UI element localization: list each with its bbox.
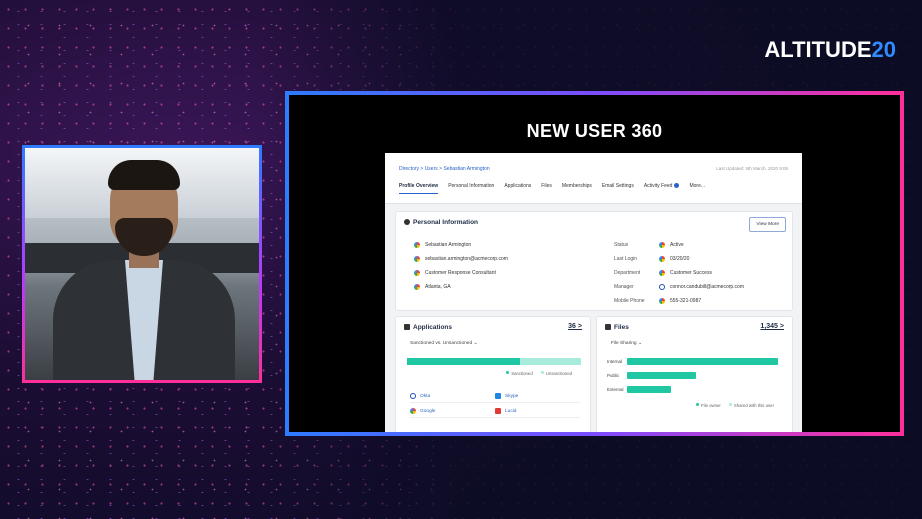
personal-information-card: Personal Information View More Sebastian… bbox=[395, 211, 793, 311]
mobile-phone-row: Mobile Phone 555-321-0987 bbox=[614, 298, 702, 304]
email-row: sebastian.armington@acmecorp.com bbox=[414, 252, 508, 266]
files-legend: File owner Shared with this user bbox=[696, 403, 774, 408]
list-item[interactable]: Lucid bbox=[495, 408, 580, 418]
tab-memberships[interactable]: Memberships bbox=[562, 183, 592, 194]
files-row-internal: Internal bbox=[607, 358, 778, 365]
google-icon bbox=[414, 256, 420, 262]
name-row: Sebastian Armington bbox=[414, 238, 508, 252]
google-icon bbox=[410, 408, 416, 414]
list-item[interactable]: Okta bbox=[410, 393, 495, 403]
shared-screen-frame: NEW USER 360 Directory > Users > Sebasti… bbox=[285, 91, 904, 436]
brand-logo: ALTITUDE20 bbox=[764, 37, 896, 62]
files-filter-dropdown[interactable]: File Sharing ⌄ bbox=[611, 341, 642, 346]
applications-count-link[interactable]: 36 > bbox=[568, 323, 582, 330]
google-icon bbox=[414, 270, 420, 276]
last-updated: Last Updated: 5th March, 2020 9:05 bbox=[716, 166, 788, 171]
tab-applications[interactable]: Applications bbox=[504, 183, 531, 194]
google-icon bbox=[414, 284, 420, 290]
sanctioned-bar-fill bbox=[407, 358, 521, 365]
department-row: Department Customer Success bbox=[614, 270, 712, 276]
okta-icon bbox=[410, 393, 416, 399]
sanctioned-bar bbox=[407, 358, 581, 365]
files-row-external: External bbox=[607, 386, 671, 393]
google-icon bbox=[659, 298, 665, 304]
card-title: Applications bbox=[404, 324, 452, 331]
card-title: Personal Information bbox=[404, 219, 478, 226]
google-icon bbox=[659, 256, 665, 262]
files-bar bbox=[627, 372, 697, 379]
applications-list: Okta Skype Google Lucid bbox=[410, 393, 580, 418]
tab-more[interactable]: More... bbox=[689, 183, 705, 194]
tab-files[interactable]: Files bbox=[541, 183, 552, 194]
skype-icon bbox=[495, 393, 501, 399]
shared-screen: NEW USER 360 Directory > Users > Sebasti… bbox=[289, 95, 900, 432]
tab-activity-feed[interactable]: Activity Feed bbox=[644, 183, 680, 194]
role-row: Customer Response Consultant bbox=[414, 266, 508, 280]
card-title: Files bbox=[605, 324, 629, 331]
manager-row: Manager connor.candubill@acmecorp.com bbox=[614, 284, 745, 290]
speaker-video-frame bbox=[22, 145, 262, 383]
view-more-button[interactable]: View More bbox=[749, 217, 786, 232]
files-card: Files 1,345 > File Sharing ⌄ Internal Pu… bbox=[596, 316, 793, 432]
files-bar bbox=[627, 386, 671, 393]
google-icon bbox=[659, 242, 665, 248]
speaker-video bbox=[25, 148, 259, 380]
slide-title: NEW USER 360 bbox=[526, 121, 663, 141]
tab-personal-information[interactable]: Personal Information bbox=[448, 183, 494, 194]
status-row: Status Active bbox=[614, 242, 684, 248]
applications-card: Applications 36 > Sanctioned vs. Unsanct… bbox=[395, 316, 591, 432]
user-icon bbox=[404, 219, 410, 225]
user-360-app: Directory > Users > Sebastian Armington … bbox=[385, 153, 802, 432]
file-icon bbox=[605, 324, 611, 330]
okta-icon bbox=[659, 284, 665, 290]
list-item[interactable]: Google bbox=[410, 408, 495, 418]
location-row: Atlanta, GA bbox=[414, 280, 508, 294]
tab-profile-overview[interactable]: Profile Overview bbox=[399, 183, 439, 194]
tab-email-settings[interactable]: Email Settings bbox=[602, 183, 634, 194]
files-row-public: Public bbox=[607, 372, 697, 379]
lucid-icon bbox=[495, 408, 501, 414]
google-icon bbox=[414, 242, 420, 248]
list-item[interactable]: Skype bbox=[495, 393, 580, 403]
files-bar bbox=[627, 358, 778, 365]
applications-filter-dropdown[interactable]: Sanctioned vs. Unsanctioned ⌄ bbox=[410, 341, 478, 346]
applications-legend: Sanctioned Unsanctioned bbox=[506, 371, 572, 376]
files-count-link[interactable]: 1,345 > bbox=[760, 323, 784, 330]
grid-icon bbox=[404, 324, 410, 330]
app-header: Directory > Users > Sebastian Armington … bbox=[385, 153, 802, 204]
info-icon bbox=[674, 183, 680, 189]
last-login-row: Last Login 03/20/20 bbox=[614, 256, 690, 262]
google-icon bbox=[659, 270, 665, 276]
breadcrumb[interactable]: Directory > Users > Sebastian Armington bbox=[399, 166, 490, 172]
tab-bar: Profile Overview Personal Information Ap… bbox=[399, 183, 705, 194]
